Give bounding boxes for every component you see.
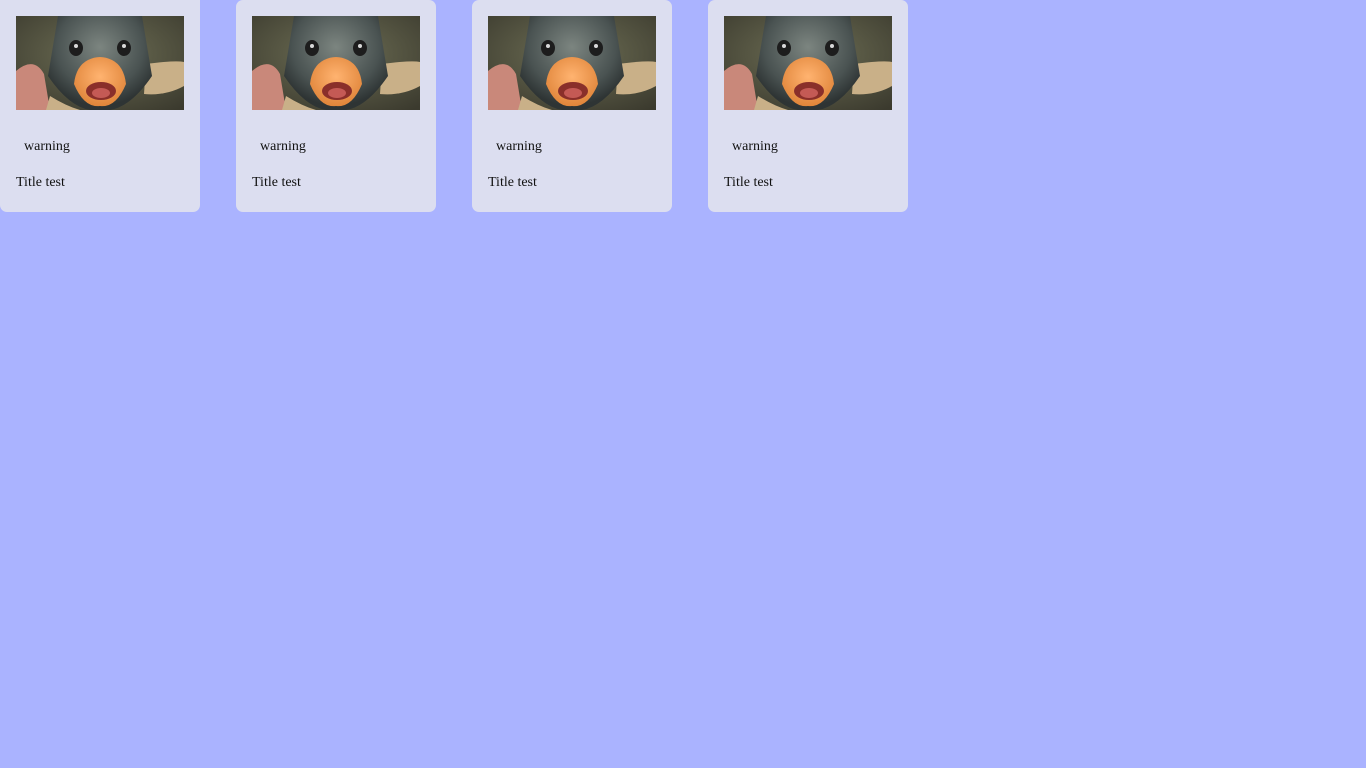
fish-image [724, 16, 892, 110]
card[interactable]: warning Title test [236, 0, 436, 212]
card-title: Title test [724, 175, 773, 190]
card-title: Title test [16, 175, 65, 190]
card-title: Title test [252, 175, 301, 190]
card[interactable]: warning Title test [708, 0, 908, 212]
card[interactable]: warning Title test [0, 0, 200, 212]
status-badge: warning [24, 139, 70, 154]
card-title: Title test [488, 175, 537, 190]
status-badge: warning [732, 139, 778, 154]
status-badge: warning [260, 139, 306, 154]
card[interactable]: warning Title test [472, 0, 672, 212]
fish-image [488, 16, 656, 110]
status-badge: warning [496, 139, 542, 154]
card-list: warning Title test warning Title test wa… [0, 0, 908, 212]
fish-image [16, 16, 184, 110]
fish-image [252, 16, 420, 110]
